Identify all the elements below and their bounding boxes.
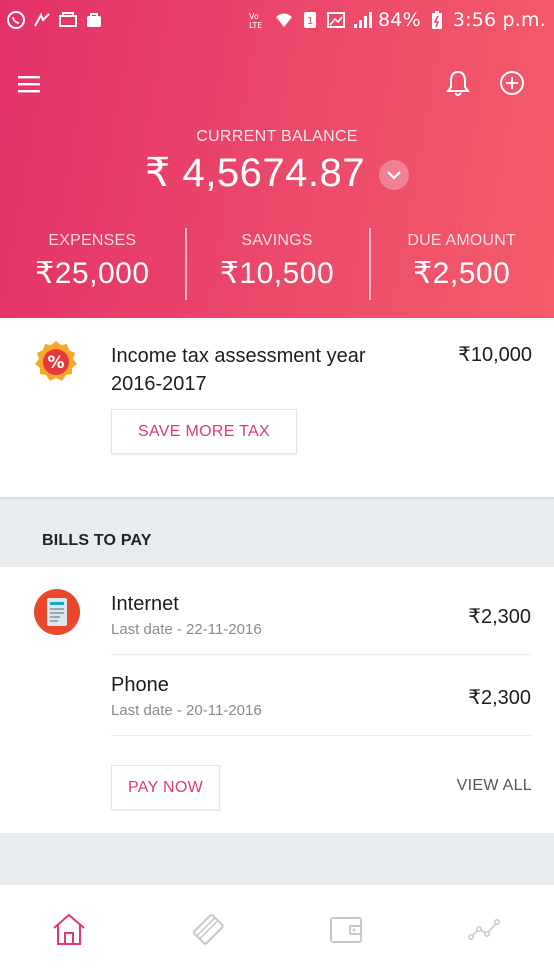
bill-due-date: Last date - 22-11-2016 [111, 621, 262, 638]
bottom-navigation [0, 885, 554, 972]
stat-label: SAVINGS [241, 232, 313, 249]
bell-icon[interactable] [444, 68, 472, 98]
view-all-link[interactable]: VIEW ALL [457, 777, 532, 795]
bills-section-header: BILLS TO PAY [0, 500, 554, 567]
sim-icon: 1 [300, 10, 320, 30]
home-icon [53, 913, 85, 945]
volte-icon: Vo LTE [248, 10, 268, 30]
app-toolbar [0, 64, 554, 104]
bill-name: Internet [111, 593, 179, 615]
tax-title: Income tax assessment year 2016-2017 [111, 345, 366, 395]
nav-home[interactable] [0, 885, 139, 972]
svg-text:1: 1 [307, 16, 313, 27]
plus-circle-icon[interactable] [497, 68, 527, 98]
pay-now-button[interactable]: PAY NOW [111, 765, 220, 810]
stat-value: ₹2,500 [413, 257, 511, 290]
section-spacer [0, 833, 554, 885]
analytics-icon [467, 918, 500, 940]
bill-item-internet[interactable]: Internet Last date - 22-11-2016 ₹2,300 [111, 575, 531, 655]
bill-name: Phone [111, 674, 169, 696]
bill-item-phone[interactable]: Phone Last date - 20-11-2016 ₹2,300 [111, 656, 531, 736]
wallet-icon [330, 916, 363, 943]
bills-header-title: BILLS TO PAY [42, 532, 152, 549]
current-balance-value: ₹ 4,5674.87 [144, 151, 365, 195]
bill-due-date: Last date - 20-11-2016 [111, 702, 262, 719]
hamburger-icon[interactable] [16, 72, 44, 96]
summary-stats: EXPENSES ₹25,000 SAVINGS ₹10,500 DUE AMO… [0, 226, 554, 302]
bag-icon [84, 10, 104, 30]
battery-icon [427, 10, 447, 30]
battery-percent: 84% [378, 9, 421, 31]
nav-cards[interactable] [139, 885, 278, 972]
stat-label: DUE AMOUNT [407, 232, 517, 249]
save-more-tax-button[interactable]: SAVE MORE TAX [111, 409, 297, 454]
svg-text:%: % [47, 353, 64, 373]
tax-amount: ₹10,000 [458, 344, 532, 366]
bills-card: Internet Last date - 22-11-2016 ₹2,300 P… [0, 567, 554, 833]
stat-value: ₹25,000 [35, 257, 150, 290]
nav-analytics[interactable] [416, 885, 554, 972]
bill-amount: ₹2,300 [468, 606, 531, 628]
status-bar: Vo LTE 1 84% 3:56 p.m. [0, 0, 554, 40]
whatsapp-icon [6, 10, 26, 30]
stat-label: EXPENSES [48, 232, 137, 249]
stat-savings[interactable]: SAVINGS ₹10,500 [184, 226, 370, 302]
nav-wallet[interactable] [277, 885, 416, 972]
tax-card: % Income tax assessment year 2016-2017 ₹… [0, 318, 554, 498]
svg-text:LTE: LTE [249, 21, 262, 30]
stat-expenses[interactable]: EXPENSES ₹25,000 [0, 226, 185, 302]
clock: 3:56 p.m. [452, 9, 546, 31]
gallery-icon [58, 10, 78, 30]
cards-icon [192, 913, 224, 945]
current-balance-label: CURRENT BALANCE [196, 128, 358, 145]
signal-icon [352, 10, 372, 30]
bill-amount: ₹2,300 [468, 687, 531, 709]
crossword-icon [32, 10, 52, 30]
percent-badge-icon: % [34, 340, 78, 384]
bill-receipt-icon [34, 589, 80, 635]
stat-due-amount[interactable]: DUE AMOUNT ₹2,500 [369, 226, 554, 302]
header-hero: Vo LTE 1 84% 3:56 p.m. CURRENT BALANCE ₹… [0, 0, 554, 318]
svg-text:Vo: Vo [249, 12, 259, 21]
chevron-down-icon[interactable] [379, 160, 409, 190]
stat-value: ₹10,500 [219, 257, 335, 290]
image-icon [326, 10, 346, 30]
wifi-icon [274, 10, 294, 30]
